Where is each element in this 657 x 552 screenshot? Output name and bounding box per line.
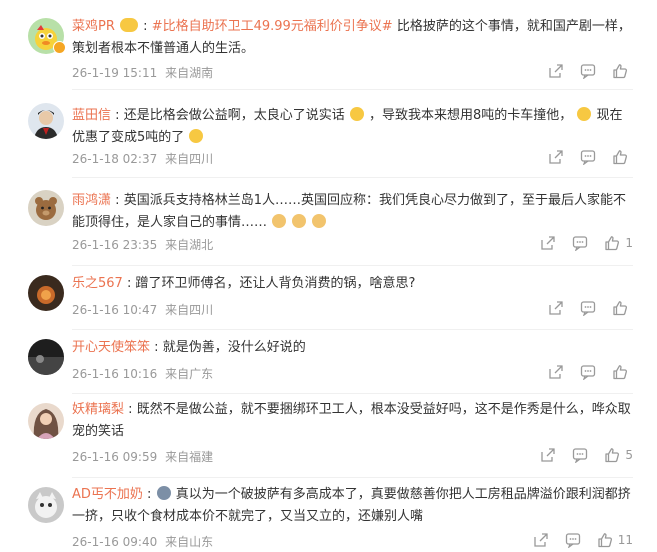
comment-location: 来自广东	[165, 367, 214, 381]
comment-time: 26-1-16 23:35	[72, 238, 158, 252]
thumbs-up-icon	[613, 64, 628, 79]
comment-icon	[580, 64, 596, 79]
topic-tag[interactable]: #比格自助环卫工49.99元福利价引争议#	[152, 19, 393, 34]
comment-text: 英国派兵支持格林兰岛1人……英国回应称：我们凭良心尽力做到了，至于最后人家能不能…	[72, 193, 626, 230]
comment-text: 既然不是做公益，就不要捆绑环卫工人，根本没受益好吗，这不是作秀是什么，哗众取宠的…	[72, 402, 631, 439]
thumbs-up-icon	[605, 236, 620, 251]
thumbs-up-icon	[613, 365, 628, 380]
share-icon	[541, 236, 556, 250]
like-button[interactable]	[612, 149, 633, 165]
avatar[interactable]	[28, 103, 64, 139]
comment-author[interactable]: 菜鸡PR	[72, 19, 115, 34]
comment-time: 26-1-16 09:40	[72, 535, 158, 549]
like-count: 5	[625, 448, 633, 462]
comment-author[interactable]: 妖精璃梨	[72, 402, 124, 417]
comment-time: 26-1-18 02:37	[72, 152, 158, 166]
comment-text: 就是伪善，没什么好说的	[162, 340, 306, 355]
avatar[interactable]	[28, 487, 64, 523]
reply-button[interactable]	[572, 447, 588, 463]
like-button[interactable]	[612, 364, 633, 380]
comment-author[interactable]: AD丐不加奶	[72, 487, 143, 502]
share-icon	[541, 448, 556, 462]
like-button[interactable]	[612, 63, 633, 79]
comment-location: 来自福建	[165, 450, 214, 464]
like-button[interactable]: 1	[604, 235, 633, 251]
reply-button[interactable]	[580, 300, 596, 316]
like-count: 11	[617, 533, 633, 547]
share-icon	[549, 64, 563, 78]
comment-location: 来自湖北	[165, 238, 214, 252]
avatar[interactable]	[28, 403, 64, 439]
avatar[interactable]	[28, 339, 64, 375]
reply-button[interactable]	[580, 364, 596, 380]
comment-item: 蓝田信 : 还是比格会做公益啊，太良心了说实话 ，导致我本来想用8吨的卡车撞他，…	[0, 90, 657, 178]
thumbs-up-icon	[605, 448, 620, 463]
comment-location: 来自四川	[165, 303, 214, 317]
cat-emoji-icon	[312, 214, 327, 228]
crying-emoji-icon	[577, 107, 592, 121]
cat-emoji-icon	[292, 214, 307, 228]
avatar[interactable]	[28, 275, 64, 311]
comment-icon	[573, 236, 588, 251]
laughing-emoji-icon	[156, 486, 171, 500]
comment-time: 26-1-16 10:47	[72, 303, 158, 317]
comment-text: 蹭了环卫师傅名，还让人背负消费的锅，啥意思?	[135, 276, 416, 291]
like-button[interactable]: 5	[604, 447, 633, 463]
comment-icon	[580, 301, 596, 316]
share-icon	[549, 150, 563, 164]
comment-item: AD丐不加奶 : 真以为一个破披萨有多高成本了，真要做慈善你把人工房租品牌溢价跟…	[0, 478, 657, 552]
comment-author[interactable]: 乐之567	[72, 276, 123, 291]
comment-icon	[580, 150, 596, 165]
cat-emoji-icon	[272, 214, 287, 228]
comment-time: 26-1-19 15:11	[72, 66, 158, 80]
comment-item: 开心天使笨笨 : 就是伪善，没什么好说的 26-1-16 10:16 来自广东	[0, 330, 657, 394]
share-button[interactable]	[548, 149, 564, 165]
comment-location: 来自四川	[165, 152, 214, 166]
comment-author[interactable]: 开心天使笨笨	[72, 340, 150, 355]
comment-author[interactable]: 蓝田信	[72, 108, 111, 123]
comment-location: 来自山东	[165, 535, 214, 549]
comment-item: 菜鸡PR : #比格自助环卫工49.99元福利价引争议# 比格披萨的这个事情，就…	[0, 0, 657, 90]
crying-emoji-icon	[349, 107, 364, 121]
thumbs-up-icon	[613, 150, 628, 165]
comment-icon	[573, 448, 588, 463]
reply-button[interactable]	[580, 63, 596, 79]
avatar[interactable]	[28, 190, 64, 226]
comment-author[interactable]: 雨鸿潇	[72, 193, 111, 208]
share-button[interactable]	[548, 63, 564, 79]
share-icon	[549, 365, 563, 379]
share-button[interactable]	[548, 364, 564, 380]
comment-time: 26-1-16 09:59	[72, 450, 158, 464]
thumbs-up-icon	[598, 533, 612, 548]
comment-text: 还是比格会做公益啊，太良心了说实话	[123, 108, 345, 123]
share-button[interactable]	[540, 447, 556, 463]
share-button[interactable]	[533, 532, 549, 548]
like-count: 1	[625, 236, 633, 250]
comment-time: 26-1-16 10:16	[72, 367, 158, 381]
share-button[interactable]	[548, 300, 564, 316]
comment-icon	[580, 365, 596, 380]
share-icon	[534, 533, 548, 547]
comment-text: 真以为一个破披萨有多高成本了，真要做慈善你把人工房租品牌溢价跟利润都挤一挤，只收…	[72, 487, 631, 524]
comment-item: 乐之567 : 蹭了环卫师傅名，还让人背负消费的锅，啥意思? 26-1-16 1…	[0, 266, 657, 330]
comment-icon	[565, 533, 580, 548]
comment-item: 雨鸿潇 : 英国派兵支持格林兰岛1人……英国回应称：我们凭良心尽力做到了，至于最…	[0, 178, 657, 266]
fan-badge-icon	[120, 18, 139, 32]
reply-button[interactable]	[572, 235, 588, 251]
share-icon	[549, 301, 563, 315]
share-button[interactable]	[540, 235, 556, 251]
comment-text-2: ，导致我本来想用8吨的卡车撞他，	[368, 108, 573, 123]
comment-location: 来自湖南	[165, 66, 214, 80]
reply-button[interactable]	[580, 149, 596, 165]
like-button[interactable]	[612, 300, 633, 316]
thumbs-up-icon	[613, 301, 628, 316]
verified-badge-icon	[53, 41, 66, 54]
like-button[interactable]: 11	[597, 532, 633, 548]
reply-button[interactable]	[565, 532, 581, 548]
comment-item: 妖精璃梨 : 既然不是做公益，就不要捆绑环卫工人，根本没受益好吗，这不是作秀是什…	[0, 394, 657, 478]
crying-emoji-icon	[189, 129, 204, 143]
